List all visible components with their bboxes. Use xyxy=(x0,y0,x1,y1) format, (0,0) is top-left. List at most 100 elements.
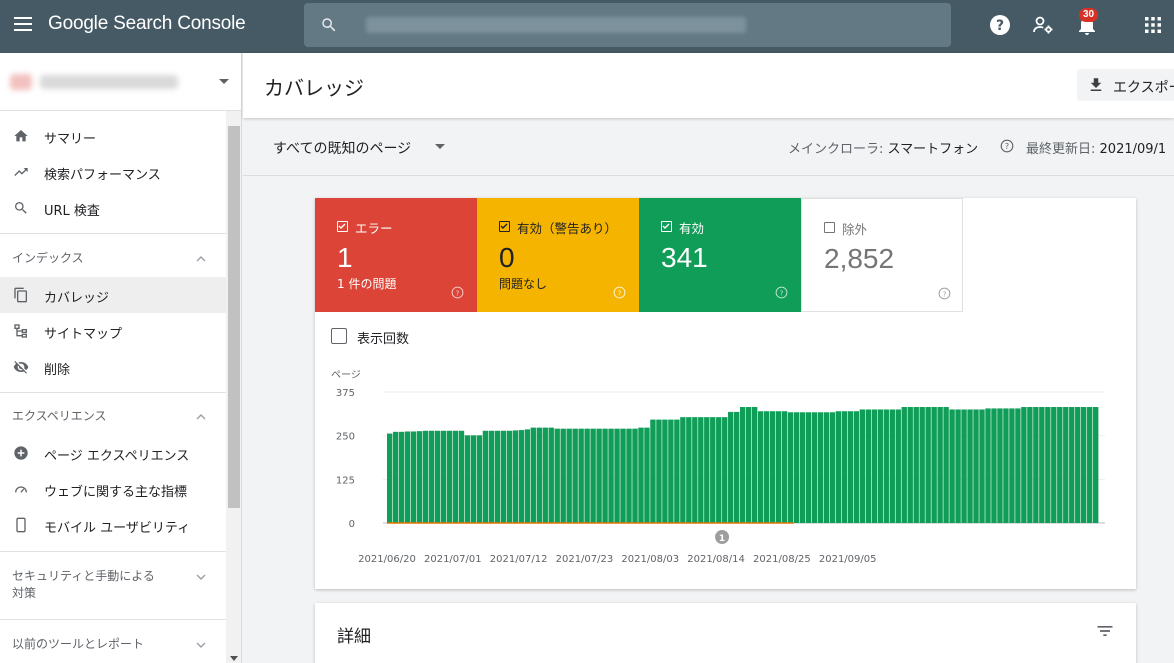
bar xyxy=(775,411,782,523)
sidebar-item-search-performance[interactable]: 検索パフォーマンス xyxy=(0,154,226,190)
bar xyxy=(835,411,842,523)
top-app-bar: Google Search Console ? 30 xyxy=(0,0,1174,53)
svg-text:?: ? xyxy=(1005,142,1009,151)
sidebar-item-page-experience[interactable]: ページ エクスペリエンス xyxy=(0,435,226,471)
bar xyxy=(704,417,710,523)
search-icon xyxy=(15,202,27,214)
search-query-blurred xyxy=(366,17,746,33)
dropdown-caret-icon[interactable] xyxy=(435,144,445,149)
bar xyxy=(740,407,746,523)
sidebar-item-mobile-usability[interactable]: モバイル ユーザビリティ xyxy=(0,507,226,543)
sidebar-item-sitemaps[interactable]: サイトマップ xyxy=(0,313,226,349)
bar xyxy=(955,409,961,523)
tile-valid[interactable]: 有効 341 ? xyxy=(639,198,801,312)
sidebar-item-summary[interactable]: サマリー xyxy=(0,118,226,154)
details-title: 詳細 xyxy=(337,627,371,647)
bar xyxy=(1039,407,1045,523)
apps-grid-icon[interactable] xyxy=(1141,13,1165,37)
x-tick-label: 2021/08/25 xyxy=(753,554,811,565)
bar xyxy=(811,412,818,523)
bar xyxy=(410,431,417,523)
help-icon[interactable]: ? xyxy=(988,13,1012,37)
tile-valid-with-warnings[interactable]: 有効（警告あり） 0 問題なし ? xyxy=(477,198,639,312)
bar xyxy=(638,427,644,523)
tile-value: 1 xyxy=(337,242,353,273)
bar xyxy=(751,407,758,523)
help-outline-icon[interactable]: ? xyxy=(1000,139,1014,153)
sidebar-item-label: ウェブに関する主な指標 xyxy=(44,485,188,500)
bar xyxy=(745,407,752,523)
help-outline-icon[interactable]: ? xyxy=(613,286,626,299)
filter-list-icon[interactable] xyxy=(1095,621,1115,641)
tile-excluded[interactable]: 除外 2,852 ? xyxy=(801,198,963,312)
property-selector[interactable] xyxy=(0,53,241,111)
bar xyxy=(548,427,554,523)
sidebar-item-removals[interactable]: 削除 xyxy=(0,349,226,385)
x-tick-label: 2021/07/01 xyxy=(424,554,482,565)
page-header: カバレッジ エクスポート xyxy=(243,53,1174,118)
bar xyxy=(398,431,405,523)
checkbox-checked-icon xyxy=(661,221,672,232)
tile-error[interactable]: エラー 1 1 件の問題 ? xyxy=(315,198,477,312)
bar xyxy=(488,430,495,523)
page-filter-dropdown[interactable]: すべての既知のページ xyxy=(273,138,411,158)
bar xyxy=(1027,407,1033,523)
bar xyxy=(470,435,477,523)
tile-subtext: 問題なし xyxy=(499,277,548,291)
last-updated-value: 2021/09/1 xyxy=(1099,142,1167,157)
bar xyxy=(542,427,548,523)
help-outline-icon[interactable]: ? xyxy=(938,287,951,300)
sidebar-scrollbar-thumb[interactable] xyxy=(228,126,240,508)
bar xyxy=(590,428,596,523)
chevron-down-icon xyxy=(196,642,206,648)
property-name-blurred xyxy=(40,75,178,89)
bar xyxy=(877,409,883,523)
search-input[interactable] xyxy=(304,3,951,47)
bar xyxy=(722,417,728,523)
bar xyxy=(907,407,913,523)
crawler-value: スマートフォン xyxy=(887,142,979,157)
sidebar-item-url-inspection[interactable]: URL 検査 xyxy=(0,190,226,226)
svg-text:?: ? xyxy=(618,288,622,297)
checkbox-unchecked-icon[interactable] xyxy=(331,328,347,344)
bar xyxy=(554,428,560,523)
bar xyxy=(901,407,907,523)
tile-label: 有効 xyxy=(679,221,705,236)
sidebar: サマリー 検索パフォーマンス URL 検査 インデックス カバレッジ サイトマッ… xyxy=(0,53,242,663)
bar xyxy=(781,411,788,523)
bar xyxy=(500,430,507,523)
bar xyxy=(919,407,925,523)
section-label: セキュリティと手動による対策 xyxy=(12,569,155,600)
bar xyxy=(1063,407,1069,523)
bar xyxy=(937,407,943,523)
export-button[interactable]: エクスポート xyxy=(1077,69,1174,101)
bar xyxy=(644,427,650,523)
bar xyxy=(847,411,854,523)
scroll-down-arrow-icon[interactable] xyxy=(230,656,238,661)
bar xyxy=(1003,408,1009,523)
bar xyxy=(512,430,519,523)
hamburger-menu-icon[interactable] xyxy=(14,17,32,31)
bar xyxy=(584,428,590,523)
bar xyxy=(1015,408,1021,523)
coverage-icon xyxy=(14,287,27,303)
sidebar-item-core-web-vitals[interactable]: ウェブに関する主な指標 xyxy=(0,471,226,507)
bar xyxy=(716,417,722,523)
help-outline-icon[interactable]: ? xyxy=(775,286,788,299)
bar xyxy=(1069,407,1075,523)
sidebar-item-coverage[interactable]: カバレッジ xyxy=(0,277,226,313)
bar xyxy=(656,419,662,523)
bar xyxy=(871,409,878,523)
bar xyxy=(476,435,483,523)
bar xyxy=(668,419,674,523)
bar xyxy=(841,411,848,523)
bar xyxy=(692,417,698,523)
sidebar-item-label: ページ エクスペリエンス xyxy=(44,449,190,464)
bar xyxy=(853,411,860,523)
page-title: カバレッジ xyxy=(264,76,364,100)
manage-users-icon[interactable] xyxy=(1031,13,1055,37)
bar xyxy=(1057,407,1063,523)
app-title[interactable]: Google Search Console xyxy=(48,13,246,35)
bar xyxy=(518,430,525,523)
help-outline-icon[interactable]: ? xyxy=(451,286,464,299)
